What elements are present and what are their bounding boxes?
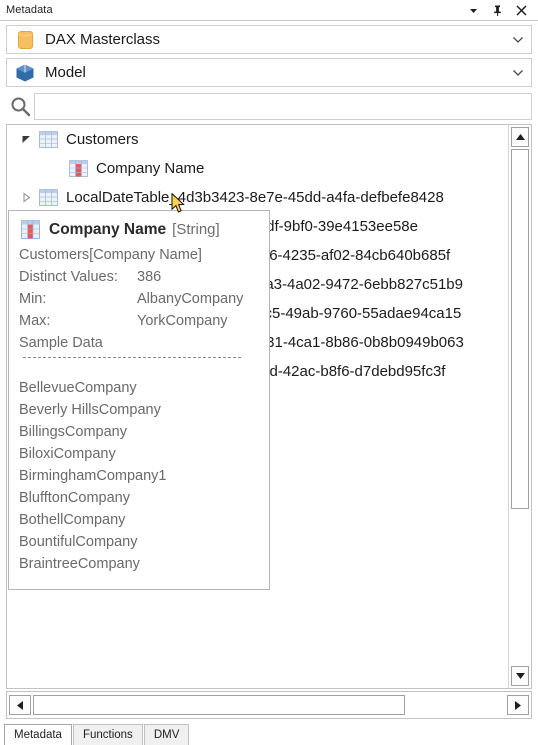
- scroll-down-button[interactable]: [511, 666, 529, 686]
- tree-node[interactable]: Company Name: [7, 154, 508, 183]
- tooltip-sample-list: BellevueCompany Beverly HillsCompany Billi…: [19, 377, 259, 575]
- model-selector[interactable]: Model: [6, 58, 532, 87]
- tooltip-sample-item: Beverly HillsCompany: [19, 402, 161, 418]
- tooltip-header: Company Name [String]: [19, 220, 259, 239]
- horizontal-scroll-track[interactable]: [33, 695, 505, 715]
- column-icon: [19, 220, 41, 239]
- tooltip-sample-data-heading: Sample Data: [19, 335, 103, 351]
- metadata-pane: Metadata DAX Masterclass Model Customers…: [0, 0, 538, 745]
- tooltip-distinct-values-row: Distinct Values: 386: [19, 266, 259, 288]
- close-icon[interactable]: [515, 4, 528, 17]
- bottom-tabbar: Metadata Functions DMV: [0, 721, 538, 745]
- tooltip-datatype: [String]: [172, 221, 220, 238]
- tooltip-separator: [23, 357, 241, 358]
- auto-hide-pin-icon[interactable]: [491, 4, 504, 17]
- table-icon: [37, 131, 59, 148]
- expander-expanded-icon[interactable]: [15, 134, 37, 145]
- tooltip-min-value: AlbanyCompany: [137, 291, 244, 307]
- tooltip-min-label: Min:: [19, 291, 47, 307]
- model-selector-label: Model: [45, 64, 86, 81]
- search-icon: [6, 96, 34, 117]
- tooltip-distinct-values-value: 386: [137, 269, 162, 285]
- scroll-left-button[interactable]: [9, 695, 31, 715]
- database-selector-label: DAX Masterclass: [45, 31, 161, 48]
- column-icon: [67, 160, 89, 177]
- tree-node-label: Customers: [66, 131, 139, 148]
- tooltip-sample-item: BraintreeCompany: [19, 556, 140, 572]
- tooltip-sample-item: BiloxiCompany: [19, 446, 116, 462]
- tooltip-sample-item: BothellCompany: [19, 512, 126, 528]
- tree-node[interactable]: Customers: [7, 125, 508, 154]
- database-icon: [15, 29, 35, 51]
- cube-icon: [15, 62, 35, 84]
- selector-group: DAX Masterclass Model: [0, 21, 538, 91]
- tooltip-sample-item: BlufftonCompany: [19, 490, 130, 506]
- window-menu-dropdown-icon[interactable]: [467, 4, 480, 17]
- tree-node-label: Company Name: [96, 160, 205, 177]
- tooltip-sample-item: BirminghamCompany1: [19, 468, 167, 484]
- scroll-right-button[interactable]: [507, 695, 529, 715]
- database-selector[interactable]: DAX Masterclass: [6, 25, 532, 54]
- column-metadata-tooltip: Company Name [String] Customers[Company …: [8, 210, 270, 590]
- table-icon: [37, 189, 59, 206]
- tab-metadata[interactable]: Metadata: [4, 724, 72, 745]
- window-title: Metadata: [6, 4, 53, 16]
- search-input[interactable]: [34, 93, 532, 120]
- tab-dmv[interactable]: DMV: [143, 724, 190, 745]
- tooltip-sample-item: BillingsCompany: [19, 424, 127, 440]
- scroll-up-button[interactable]: [511, 127, 529, 147]
- tooltip-title: Company Name: [49, 220, 167, 238]
- vertical-scroll-track[interactable]: [511, 149, 529, 664]
- search-row: [0, 91, 538, 124]
- tree-vertical-scrollbar[interactable]: [508, 125, 531, 688]
- tooltip-fully-qualified-name: Customers[Company Name]: [19, 247, 202, 263]
- expander-collapsed-icon[interactable]: [15, 192, 37, 203]
- tree-horizontal-scrollbar[interactable]: [6, 691, 532, 719]
- client-area: DAX Masterclass Model Customers Company …: [0, 20, 538, 745]
- tooltip-max-label: Max:: [19, 313, 51, 329]
- tooltip-max-row: Max: YorkCompany: [19, 310, 259, 332]
- tooltip-sample-item: BountifulCompany: [19, 534, 138, 550]
- titlebar: Metadata: [0, 0, 538, 20]
- tooltip-sample-item: BellevueCompany: [19, 380, 137, 396]
- chevron-down-icon-model[interactable]: [511, 69, 525, 77]
- horizontal-scroll-thumb[interactable]: [33, 695, 405, 715]
- tooltip-max-value: YorkCompany: [137, 313, 228, 329]
- tooltip-min-row: Min: AlbanyCompany: [19, 288, 259, 310]
- chevron-down-icon[interactable]: [511, 36, 525, 44]
- vertical-scroll-thumb[interactable]: [511, 149, 529, 509]
- titlebar-buttons: [467, 4, 532, 17]
- tab-functions[interactable]: Functions: [72, 724, 143, 745]
- tooltip-distinct-values-label: Distinct Values:: [19, 269, 118, 285]
- tree-node[interactable]: LocalDateTable_4d3b3423-8e7e-45dd-a4fa-d…: [7, 183, 508, 212]
- tree-node-label: LocalDateTable_4d3b3423-8e7e-45dd-a4fa-d…: [66, 189, 444, 206]
